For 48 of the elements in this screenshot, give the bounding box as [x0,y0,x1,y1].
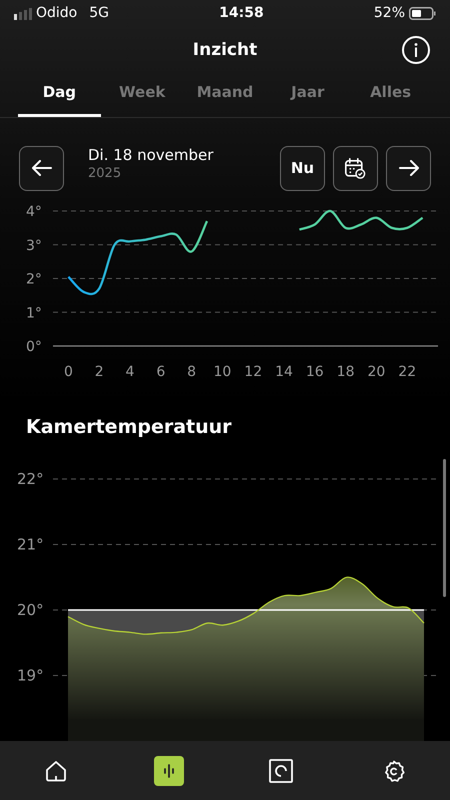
today-button[interactable]: Nu [280,146,325,191]
x-axis-label: 20 [367,364,386,380]
calendar-button[interactable] [333,146,378,191]
info-button[interactable] [402,36,430,64]
x-axis-label: 4 [126,364,134,380]
y-axis-label: 1° [26,304,42,321]
home-icon [44,758,68,783]
y-axis-label: 4° [26,204,42,220]
info-icon [414,43,418,58]
signal-icon [14,8,32,20]
period-tab[interactable]: Maand [184,73,266,117]
arrow-right-icon [398,160,418,176]
clock-time: 14:58 [219,4,264,24]
x-axis-label: 12 [244,364,262,380]
x-axis-label: 6 [156,364,166,380]
x-axis-label: 14 [275,364,293,380]
calendar-icon [345,158,366,179]
period-tab[interactable]: Alles [349,73,432,117]
period-tab[interactable]: Week [100,73,184,117]
selected-date: Di. 18 november [88,146,214,164]
section-heading: Kamertemperatuur [26,414,233,440]
battery-percentage: 52% [374,4,405,24]
y-axis-label: 20° [17,601,44,620]
period-tab[interactable]: Dag [18,73,101,117]
selected-year: 2025 [88,164,122,183]
y-axis-label: 19° [17,666,44,685]
previous-day-button[interactable] [19,146,64,191]
y-axis-label: 0° [26,338,42,355]
square-icon [269,758,294,783]
x-axis-label: 10 [213,364,232,380]
x-axis-label: 22 [398,364,416,380]
x-axis-label: 16 [306,364,324,380]
x-axis-label: 2 [94,364,104,380]
page-title: Inzicht [192,40,258,60]
x-axis-label: 0 [64,364,73,380]
next-day-button[interactable] [386,146,431,191]
y-axis-label: 3° [26,237,42,254]
battery-icon [409,7,436,20]
y-axis-label: 2° [26,271,42,288]
y-axis-label: 21° [17,536,44,554]
y-axis-label: 22° [17,470,44,488]
nav-tab[interactable] [154,756,184,786]
x-axis-label: 18 [336,364,355,380]
period-tab[interactable]: Jaar [266,73,350,117]
carrier-name: Odido [36,4,78,24]
x-axis-label: 8 [187,364,196,380]
arrow-left-icon [32,160,52,176]
network-type: 5G [89,4,110,24]
